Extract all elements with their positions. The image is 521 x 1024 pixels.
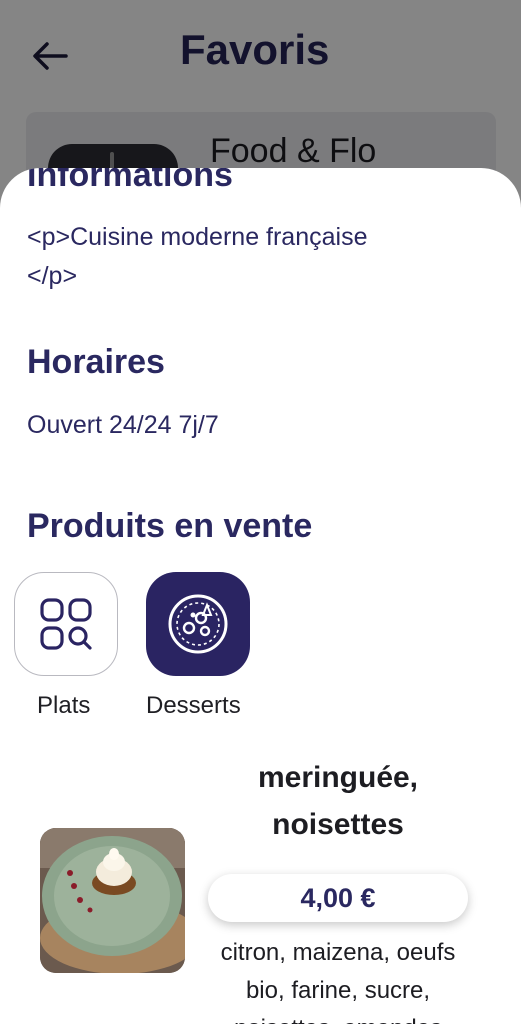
grid-search-icon <box>40 598 92 650</box>
product-description-line1: citron, maizena, oeufs <box>220 939 456 966</box>
product-name-line2: noisettes <box>272 808 404 841</box>
product-description-line2: bio, farine, sucre, <box>245 977 431 1004</box>
produits-title: Produits en vente <box>27 507 313 545</box>
product-description: citron, maizena, oeufs bio, farine, sucr… <box>200 934 476 1024</box>
restaurant-details-sheet: Informations <p>Cuisine moderne français… <box>0 168 521 1024</box>
product-name-line1: meringuée, <box>257 761 419 794</box>
dessert-plate-icon <box>168 594 228 654</box>
tart-photo <box>40 828 185 973</box>
horaires-title: Horaires <box>27 343 165 381</box>
category-desserts-label: Desserts <box>146 692 241 719</box>
category-plats-label: Plats <box>37 692 91 719</box>
horaires-text: Ouvert 24/24 7j/7 <box>27 411 219 439</box>
informations-title: Informations <box>27 168 233 194</box>
product-image[interactable] <box>40 828 185 973</box>
informations-text-line1: <p>Cuisine moderne française <box>27 223 368 251</box>
category-desserts-button[interactable] <box>146 572 250 676</box>
informations-text-line2: </p> <box>27 262 78 290</box>
category-plats-button[interactable] <box>14 572 118 676</box>
price-badge: 4,00 € <box>208 874 468 922</box>
product-description-line3: noisettes, amandes <box>200 1010 476 1024</box>
